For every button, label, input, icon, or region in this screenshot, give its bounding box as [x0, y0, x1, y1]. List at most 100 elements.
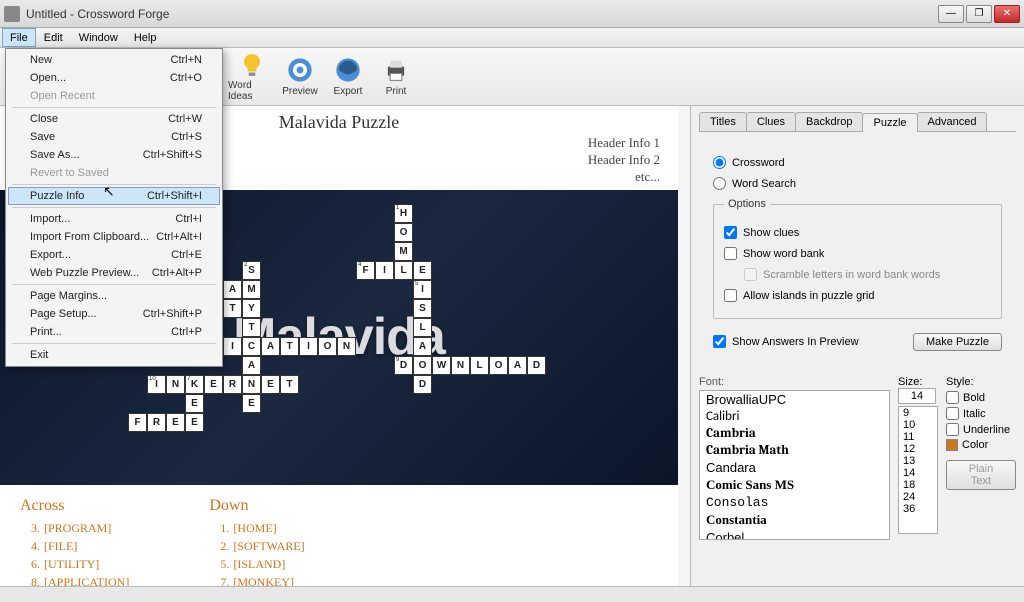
font-option[interactable]: Calibri — [700, 408, 889, 425]
minimize-button[interactable]: — — [938, 5, 964, 23]
grid-cell[interactable]: R — [147, 413, 166, 432]
grid-cell[interactable]: O — [413, 356, 432, 375]
size-option[interactable]: 13 — [899, 455, 937, 467]
tab-clues[interactable]: Clues — [746, 112, 796, 131]
bold-check[interactable]: Bold — [946, 391, 1016, 404]
grid-cell[interactable]: E — [185, 413, 204, 432]
grid-cell[interactable]: D — [413, 375, 432, 394]
menu-item-export-[interactable]: Export...Ctrl+E — [8, 246, 220, 264]
grid-cell[interactable]: I10 — [147, 375, 166, 394]
plain-text-button[interactable]: Plain Text — [946, 460, 1016, 490]
clue-item[interactable]: 1.[HOME] — [209, 519, 304, 537]
size-option[interactable]: 9 — [899, 407, 937, 419]
grid-cell[interactable]: I5 — [413, 280, 432, 299]
grid-cell[interactable]: K7 — [185, 375, 204, 394]
font-option[interactable]: Cambria Math — [700, 442, 889, 459]
tab-advanced[interactable]: Advanced — [917, 112, 988, 131]
grid-cell[interactable]: M — [394, 242, 413, 261]
grid-cell[interactable]: F — [128, 413, 147, 432]
grid-cell[interactable]: T — [280, 375, 299, 394]
underline-check[interactable]: Underline — [946, 423, 1016, 436]
grid-cell[interactable]: N — [242, 375, 261, 394]
italic-check[interactable]: Italic — [946, 407, 1016, 420]
menu-item-web-puzzle-preview-[interactable]: Web Puzzle Preview...Ctrl+Alt+P — [8, 264, 220, 282]
menu-item-page-margins-[interactable]: Page Margins... — [8, 287, 220, 305]
grid-cell[interactable]: L — [394, 261, 413, 280]
grid-cell[interactable]: E — [261, 375, 280, 394]
grid-cell[interactable]: T — [280, 337, 299, 356]
clue-item[interactable]: 6.[UTILITY] — [20, 555, 129, 573]
grid-cell[interactable]: M — [242, 280, 261, 299]
tab-puzzle[interactable]: Puzzle — [862, 113, 917, 132]
clue-item[interactable]: 5.[ISLAND] — [209, 555, 304, 573]
font-option[interactable]: Corbel — [700, 529, 889, 540]
grid-cell[interactable]: D9 — [394, 356, 413, 375]
grid-cell[interactable]: Y — [242, 299, 261, 318]
grid-cell[interactable]: N — [451, 356, 470, 375]
menu-item-save-as-[interactable]: Save As...Ctrl+Shift+S — [8, 146, 220, 164]
clue-item[interactable]: 4.[FILE] — [20, 537, 129, 555]
font-option[interactable]: Cambria — [700, 425, 889, 442]
grid-cell[interactable]: S — [413, 299, 432, 318]
size-option[interactable]: 24 — [899, 491, 937, 503]
grid-cell[interactable]: N — [166, 375, 185, 394]
grid-cell[interactable]: L — [470, 356, 489, 375]
grid-cell[interactable]: A — [242, 356, 261, 375]
menu-item-close[interactable]: CloseCtrl+W — [8, 110, 220, 128]
clue-item[interactable]: 3.[PROGRAM] — [20, 519, 129, 537]
export-button[interactable]: Export — [324, 52, 372, 102]
font-option[interactable]: BrowalliaUPC — [700, 391, 889, 408]
grid-cell[interactable]: S2 — [242, 261, 261, 280]
grid-cell[interactable]: E — [185, 394, 204, 413]
size-input[interactable] — [898, 388, 936, 404]
grid-cell[interactable]: T — [223, 299, 242, 318]
show-clues-check[interactable]: Show clues — [724, 226, 991, 239]
tab-backdrop[interactable]: Backdrop — [795, 112, 863, 131]
size-option[interactable]: 12 — [899, 443, 937, 455]
menu-item-page-setup-[interactable]: Page Setup...Ctrl+Shift+P — [8, 305, 220, 323]
grid-cell[interactable]: W — [432, 356, 451, 375]
grid-cell[interactable]: H1 — [394, 204, 413, 223]
grid-cell[interactable]: D — [527, 356, 546, 375]
grid-cell[interactable]: A — [413, 337, 432, 356]
menu-edit[interactable]: Edit — [36, 28, 71, 47]
clue-item[interactable]: 8.[APPLICATION] — [20, 573, 129, 586]
font-list[interactable]: BrowalliaUPCCalibriCambriaCambria MathCa… — [699, 390, 890, 540]
make-puzzle-button[interactable]: Make Puzzle — [913, 333, 1002, 351]
horizontal-scrollbar[interactable] — [0, 586, 1024, 602]
grid-cell[interactable]: C — [242, 337, 261, 356]
size-option[interactable]: 36 — [899, 503, 937, 515]
color-check[interactable]: Color — [946, 439, 1016, 451]
size-list[interactable]: 91011121314182436 — [898, 406, 938, 534]
grid-cell[interactable]: R — [223, 375, 242, 394]
grid-cell[interactable]: O — [394, 223, 413, 242]
menu-window[interactable]: Window — [71, 28, 126, 47]
grid-cell[interactable]: O — [489, 356, 508, 375]
font-option[interactable]: Consolas — [700, 494, 889, 511]
size-option[interactable]: 14 — [899, 467, 937, 479]
type-crossword-radio[interactable]: Crossword — [713, 156, 1002, 169]
grid-cell[interactable]: A — [223, 280, 242, 299]
maximize-button[interactable]: ❐ — [966, 5, 992, 23]
grid-cell[interactable]: A — [508, 356, 527, 375]
show-answers-check[interactable]: Show Answers In Preview — [713, 335, 859, 348]
show-bank-check[interactable]: Show word bank — [724, 247, 991, 260]
menu-file[interactable]: File — [2, 28, 36, 47]
size-option[interactable]: 10 — [899, 419, 937, 431]
grid-cell[interactable]: E — [413, 261, 432, 280]
grid-cell[interactable]: N — [337, 337, 356, 356]
menu-item-import-from-clipboard-[interactable]: Import From Clipboard...Ctrl+Alt+I — [8, 228, 220, 246]
grid-cell[interactable]: I — [299, 337, 318, 356]
print-button[interactable]: Print — [372, 52, 420, 102]
grid-cell[interactable]: E — [204, 375, 223, 394]
font-option[interactable]: Constantia — [700, 511, 889, 529]
type-wordsearch-radio[interactable]: Word Search — [713, 177, 1002, 190]
preview-button[interactable]: Preview — [276, 52, 324, 102]
close-button[interactable]: ✕ — [994, 5, 1020, 23]
size-option[interactable]: 11 — [899, 431, 937, 443]
menu-item-import-[interactable]: Import...Ctrl+I — [8, 210, 220, 228]
font-option[interactable]: Comic Sans MS — [700, 476, 889, 494]
font-option[interactable]: Candara — [700, 459, 889, 476]
grid-cell[interactable]: E — [242, 394, 261, 413]
tab-titles[interactable]: Titles — [699, 112, 747, 131]
